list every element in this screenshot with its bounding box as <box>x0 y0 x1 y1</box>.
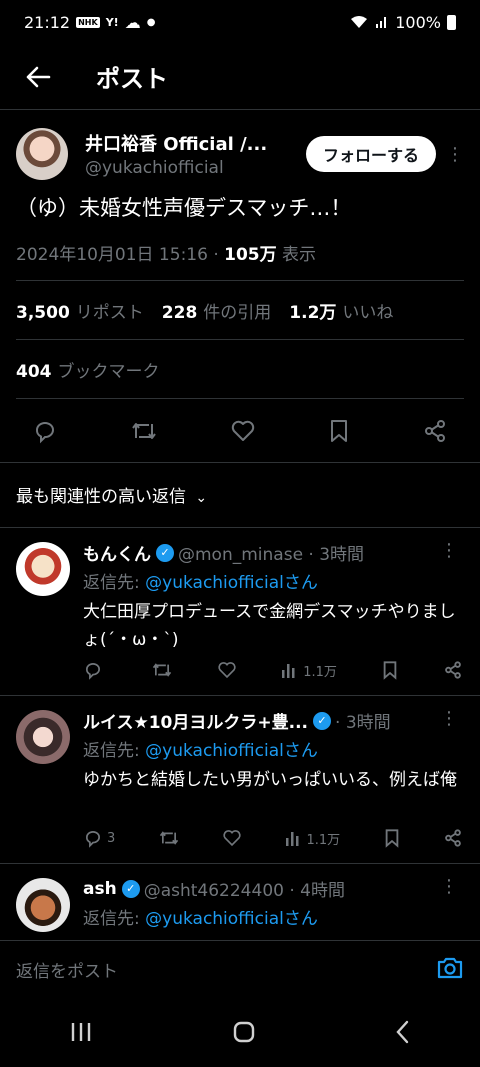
reply-icon[interactable] <box>32 418 58 444</box>
reposts-stat[interactable]: 3,500 リポスト <box>16 298 144 323</box>
post-actions <box>16 410 464 452</box>
divider <box>16 339 464 340</box>
post-datetime: 2024年10月01日 15:16 · <box>16 245 225 265</box>
reply-to-link[interactable]: @yukachiofficialさん <box>145 741 318 761</box>
bookmark-icon[interactable] <box>328 418 350 444</box>
clock: 21:12 <box>24 12 71 32</box>
reply-actions: 3 1.1万 <box>83 828 463 848</box>
reply-icon[interactable] <box>83 660 107 680</box>
author-name[interactable]: 井口裕香 Official /... <box>85 130 300 156</box>
views-count: 1.1万 <box>306 832 341 848</box>
sort-replies-dropdown[interactable]: 最も関連性の高い返信 ⌄ <box>16 482 207 507</box>
dot-icon: ● <box>146 16 156 28</box>
reply-compose-bar: 返信をポスト <box>0 940 480 998</box>
repost-icon[interactable] <box>151 660 173 680</box>
like-icon[interactable] <box>222 828 242 848</box>
reply-item[interactable]: ルイス★10月ヨルクラ+豊... ✓ · 3時間 ⋮ 返信先: @yukachi… <box>0 695 480 863</box>
author-handle[interactable]: @yukachiofficial <box>85 158 300 178</box>
reply-handle: · 3時間 <box>335 713 391 733</box>
post-author: 井口裕香 Official /... @yukachiofficial フォロー… <box>16 124 464 184</box>
post-stats: 3,500 リポスト 228 件の引用 1.2万 いいね <box>16 298 393 323</box>
nhk-icon: NHK <box>76 16 100 28</box>
reply-handle: @asht46224400 · 4時間 <box>143 881 345 901</box>
post-text: （ゆ）未婚女性声優デスマッチ…！ <box>16 196 352 220</box>
reply-actions: 1.1万 <box>83 660 463 680</box>
camera-icon[interactable] <box>436 955 464 985</box>
page-title: ポスト <box>96 65 168 93</box>
reply-avatar[interactable] <box>16 878 70 932</box>
recent-apps-icon[interactable] <box>69 1021 93 1047</box>
reply-to: 返信先: @yukachiofficialさん <box>83 909 318 929</box>
more-options-icon[interactable]: ⋮ <box>440 540 458 561</box>
bookmarks-stat[interactable]: 404 ブックマーク <box>16 357 160 382</box>
reply-text: ゆかちと結婚したい男がいっぱいいる、例えば俺 <box>83 770 457 790</box>
reply-to: 返信先: @yukachiofficialさん <box>83 741 318 761</box>
share-icon[interactable] <box>443 660 463 680</box>
verified-badge-icon: ✓ <box>313 711 332 730</box>
yahoo-icon: Y! <box>105 15 119 29</box>
views-icon[interactable]: 1.1万 <box>285 829 341 848</box>
post-meta: 2024年10月01日 15:16 · 105万 表示 <box>16 240 316 265</box>
reply-avatar[interactable] <box>16 542 70 596</box>
verified-badge-icon: ✓ <box>156 543 174 562</box>
comment-count: 3 <box>107 830 116 846</box>
screen: { "status": {"time":"21:12","battery":"1… <box>0 0 480 1067</box>
reply-handle: @mon_minase · 3時間 <box>178 545 365 565</box>
signal-icon <box>376 17 387 28</box>
reply-text: 大仁田厚プロデュースで金網デスマッチやりましょ(´・ω・`) <box>83 602 456 650</box>
bookmark-icon[interactable] <box>383 828 401 848</box>
repost-icon[interactable] <box>130 418 158 444</box>
wifi-icon <box>351 16 368 28</box>
verified-badge-icon: ✓ <box>121 879 140 898</box>
system-back-icon[interactable] <box>395 1020 411 1048</box>
divider <box>0 462 480 463</box>
views-icon[interactable]: 1.1万 <box>281 661 337 680</box>
bookmark-icon[interactable] <box>381 660 399 680</box>
reply-input[interactable]: 返信をポスト <box>16 957 436 982</box>
system-nav-bar <box>0 1000 480 1067</box>
reply-author-name[interactable]: ルイス★10月ヨルクラ+豊... <box>83 708 308 733</box>
reply-to-link[interactable]: @yukachiofficialさん <box>145 909 318 929</box>
reply-to-link[interactable]: @yukachiofficialさん <box>145 573 318 593</box>
reply-to: 返信先: @yukachiofficialさん <box>83 573 318 593</box>
views-label: 表示 <box>276 245 317 265</box>
repost-icon[interactable] <box>158 828 180 848</box>
views-count: 1.1万 <box>303 664 337 680</box>
share-icon[interactable] <box>422 418 448 444</box>
cloud-icon: ☁ <box>124 12 141 32</box>
share-icon[interactable] <box>443 828 463 848</box>
author-avatar[interactable] <box>16 128 68 180</box>
battery-text: 100% <box>395 12 441 32</box>
battery-icon <box>447 14 456 30</box>
divider <box>16 280 464 281</box>
more-options-icon[interactable]: ⋮ <box>440 876 458 897</box>
reply-icon[interactable]: 3 <box>83 828 115 848</box>
views-count: 105万 <box>224 245 277 265</box>
reply-author-name[interactable]: もんくん <box>83 540 151 565</box>
divider <box>16 398 464 399</box>
top-bar: ポスト <box>0 44 480 110</box>
follow-button[interactable]: フォローする <box>305 136 436 172</box>
likes-stat[interactable]: 1.2万 いいね <box>289 298 393 323</box>
reply-avatar[interactable] <box>16 710 70 764</box>
quotes-stat[interactable]: 228 件の引用 <box>162 298 272 323</box>
like-icon[interactable] <box>230 419 256 443</box>
more-options-icon[interactable]: ⋮ <box>440 708 458 729</box>
status-bar: 21:12 NHK Y! ☁ ● 100% <box>0 0 480 44</box>
reply-item[interactable]: ash ✓ @asht46224400 · 4時間 ⋮ 返信先: @yukach… <box>0 863 480 940</box>
like-icon[interactable] <box>217 660 237 680</box>
reply-author-name[interactable]: ash <box>83 879 117 899</box>
back-arrow-icon[interactable] <box>0 66 76 88</box>
home-icon[interactable] <box>232 1020 256 1048</box>
reply-item[interactable]: もんくん ✓ @mon_minase · 3時間 ⋮ 返信先: @yukachi… <box>0 527 480 695</box>
more-options-icon[interactable]: ⋮ <box>436 144 464 165</box>
chevron-down-icon: ⌄ <box>195 490 208 506</box>
